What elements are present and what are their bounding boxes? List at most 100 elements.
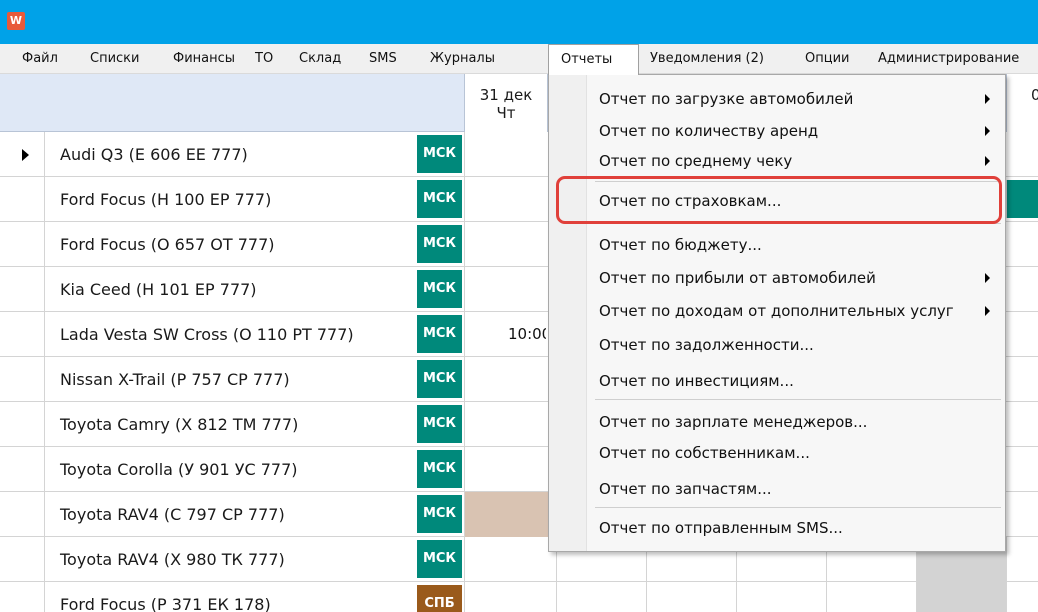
schedule-cell[interactable]	[464, 267, 548, 312]
schedule-cell[interactable]	[464, 357, 548, 402]
booking-block[interactable]	[464, 492, 548, 537]
menu-item-debt-report[interactable]: Отчет по задолженности...	[587, 329, 1005, 361]
city-badge: МСК	[417, 495, 462, 533]
row-selector[interactable]	[0, 582, 45, 612]
city-badge: МСК	[417, 450, 462, 488]
submenu-arrow-icon	[985, 94, 990, 104]
date-column-header: 31 дек Чт	[464, 74, 548, 132]
menu-notifications[interactable]: Уведомления (2)	[650, 44, 764, 74]
schedule-cell[interactable]	[1006, 582, 1038, 612]
menu-item-label: Отчет по собственникам...	[599, 444, 810, 462]
highlight-annotation	[556, 176, 1002, 224]
row-selector[interactable]	[0, 447, 45, 492]
row-selector[interactable]	[0, 402, 45, 447]
menu-finance[interactable]: Финансы	[173, 44, 235, 74]
menu-journals[interactable]: Журналы	[430, 44, 495, 74]
car-name: Toyota RAV4 (Х 980 ТК 777)	[60, 550, 285, 569]
menu-lists[interactable]: Списки	[90, 44, 139, 74]
app-logo-icon[interactable]: W	[7, 12, 25, 30]
row-selector[interactable]	[0, 267, 45, 312]
schedule-cell[interactable]	[464, 222, 548, 267]
city-badge: МСК	[417, 180, 462, 218]
menu-item-extra-services-income-report[interactable]: Отчет по доходам от дополнительных услуг	[587, 295, 1005, 327]
city-badge: МСК	[417, 315, 462, 353]
weekday-label: Чт	[496, 104, 516, 122]
date-label: 31 дек	[479, 86, 533, 104]
car-name: Audi Q3 (Е 606 ЕЕ 777)	[60, 145, 248, 164]
menu-sms[interactable]: SMS	[369, 44, 397, 74]
title-bar: W	[0, 0, 1038, 44]
schedule-cell[interactable]	[464, 402, 548, 447]
menu-item-label: Отчет по загрузке автомобилей	[599, 90, 854, 108]
row-selector[interactable]	[0, 222, 45, 267]
menu-options[interactable]: Опции	[805, 44, 849, 74]
current-row-arrow-icon	[22, 149, 29, 161]
city-badge: МСК	[417, 135, 462, 173]
schedule-cell[interactable]	[556, 582, 646, 612]
car-name: Kia Ceed (Н 101 ЕР 777)	[60, 280, 257, 299]
car-name: Toyota Camry (Х 812 ТМ 777)	[60, 415, 299, 434]
submenu-arrow-icon	[985, 126, 990, 136]
menu-administration[interactable]: Администрирование	[878, 44, 1019, 74]
menu-separator	[595, 507, 1001, 508]
submenu-arrow-icon	[985, 306, 990, 316]
menu-item-label: Отчет по количеству аренд	[599, 122, 819, 140]
menu-item-label: Отчет по прибыли от автомобилей	[599, 269, 876, 287]
menu-item-label: Отчет по зарплате менеджеров...	[599, 413, 868, 431]
menu-maintenance[interactable]: ТО	[255, 44, 273, 74]
schedule-cell[interactable]	[464, 132, 548, 177]
row-selector[interactable]	[0, 132, 45, 177]
schedule-cell[interactable]	[464, 177, 548, 222]
menu-bar: Файл Списки Финансы ТО Склад SMS Журналы…	[0, 44, 1038, 75]
schedule-cell[interactable]	[736, 582, 826, 612]
row-selector[interactable]	[0, 177, 45, 222]
menu-item-average-check-report[interactable]: Отчет по среднему чеку	[587, 145, 1005, 177]
car-name: Nissan X-Trail (Р 757 СР 777)	[60, 370, 290, 389]
menu-item-owners-report[interactable]: Отчет по собственникам...	[587, 437, 1005, 469]
schedule-cell[interactable]	[826, 582, 916, 612]
booking-block[interactable]	[916, 582, 1006, 612]
menu-file[interactable]: Файл	[22, 44, 58, 74]
booking-time: 10:00	[508, 325, 546, 343]
row-selector[interactable]	[0, 312, 45, 357]
booking-block[interactable]	[1006, 180, 1038, 218]
menu-item-sent-sms-report[interactable]: Отчет по отправленным SMS...	[587, 512, 1005, 544]
date-column-header-next: 06	[1006, 74, 1038, 132]
menu-item-budget-report[interactable]: Отчет по бюджету...	[587, 229, 1005, 261]
car-name: Toyota RAV4 (С 797 СР 777)	[60, 505, 285, 524]
car-name: Toyota Corolla (У 901 УС 777)	[60, 460, 298, 479]
city-badge: МСК	[417, 270, 462, 308]
city-badge: МСК	[417, 405, 462, 443]
submenu-arrow-icon	[985, 156, 990, 166]
menu-item-label: Отчет по среднему чеку	[599, 152, 793, 170]
menu-item-investments-report[interactable]: Отчет по инвестициям...	[587, 365, 1005, 397]
car-name: Ford Focus (Н 100 ЕР 777)	[60, 190, 272, 209]
row-selector[interactable]	[0, 357, 45, 402]
menu-warehouse[interactable]: Склад	[299, 44, 341, 74]
table-row[interactable]: Ford Focus (Р 371 ЕК 178) СПБ	[0, 582, 1038, 612]
city-badge: МСК	[417, 360, 462, 398]
schedule-cell[interactable]	[646, 582, 736, 612]
menu-item-rentals-count-report[interactable]: Отчет по количеству аренд	[587, 115, 1005, 147]
menu-item-manager-salary-report[interactable]: Отчет по зарплате менеджеров...	[587, 406, 1005, 438]
city-badge: СПБ	[417, 585, 462, 612]
row-selector[interactable]	[0, 492, 45, 537]
menu-separator	[595, 399, 1001, 400]
date-label-next: 06	[1031, 86, 1038, 104]
schedule-cell[interactable]	[464, 447, 548, 492]
menu-item-label: Отчет по инвестициям...	[599, 372, 794, 390]
menu-item-vehicle-utilization-report[interactable]: Отчет по загрузке автомобилей	[587, 83, 1005, 115]
menu-reports[interactable]: Отчеты	[548, 44, 639, 75]
schedule-cell[interactable]	[1006, 537, 1038, 582]
menu-item-vehicle-profit-report[interactable]: Отчет по прибыли от автомобилей	[587, 262, 1005, 294]
row-selector[interactable]	[0, 537, 45, 582]
schedule-cell[interactable]	[464, 537, 556, 582]
city-badge: МСК	[417, 225, 462, 263]
menu-item-spare-parts-report[interactable]: Отчет по запчастям...	[587, 473, 1005, 505]
menu-item-label: Отчет по запчастям...	[599, 480, 772, 498]
schedule-cell[interactable]	[464, 582, 556, 612]
menu-item-label: Отчет по отправленным SMS...	[599, 519, 843, 537]
menu-item-label: Отчет по доходам от дополнительных услуг	[599, 302, 954, 320]
car-name: Ford Focus (Р 371 ЕК 178)	[60, 595, 271, 612]
car-name: Lada Vesta SW Cross (О 110 РТ 777)	[60, 325, 354, 344]
